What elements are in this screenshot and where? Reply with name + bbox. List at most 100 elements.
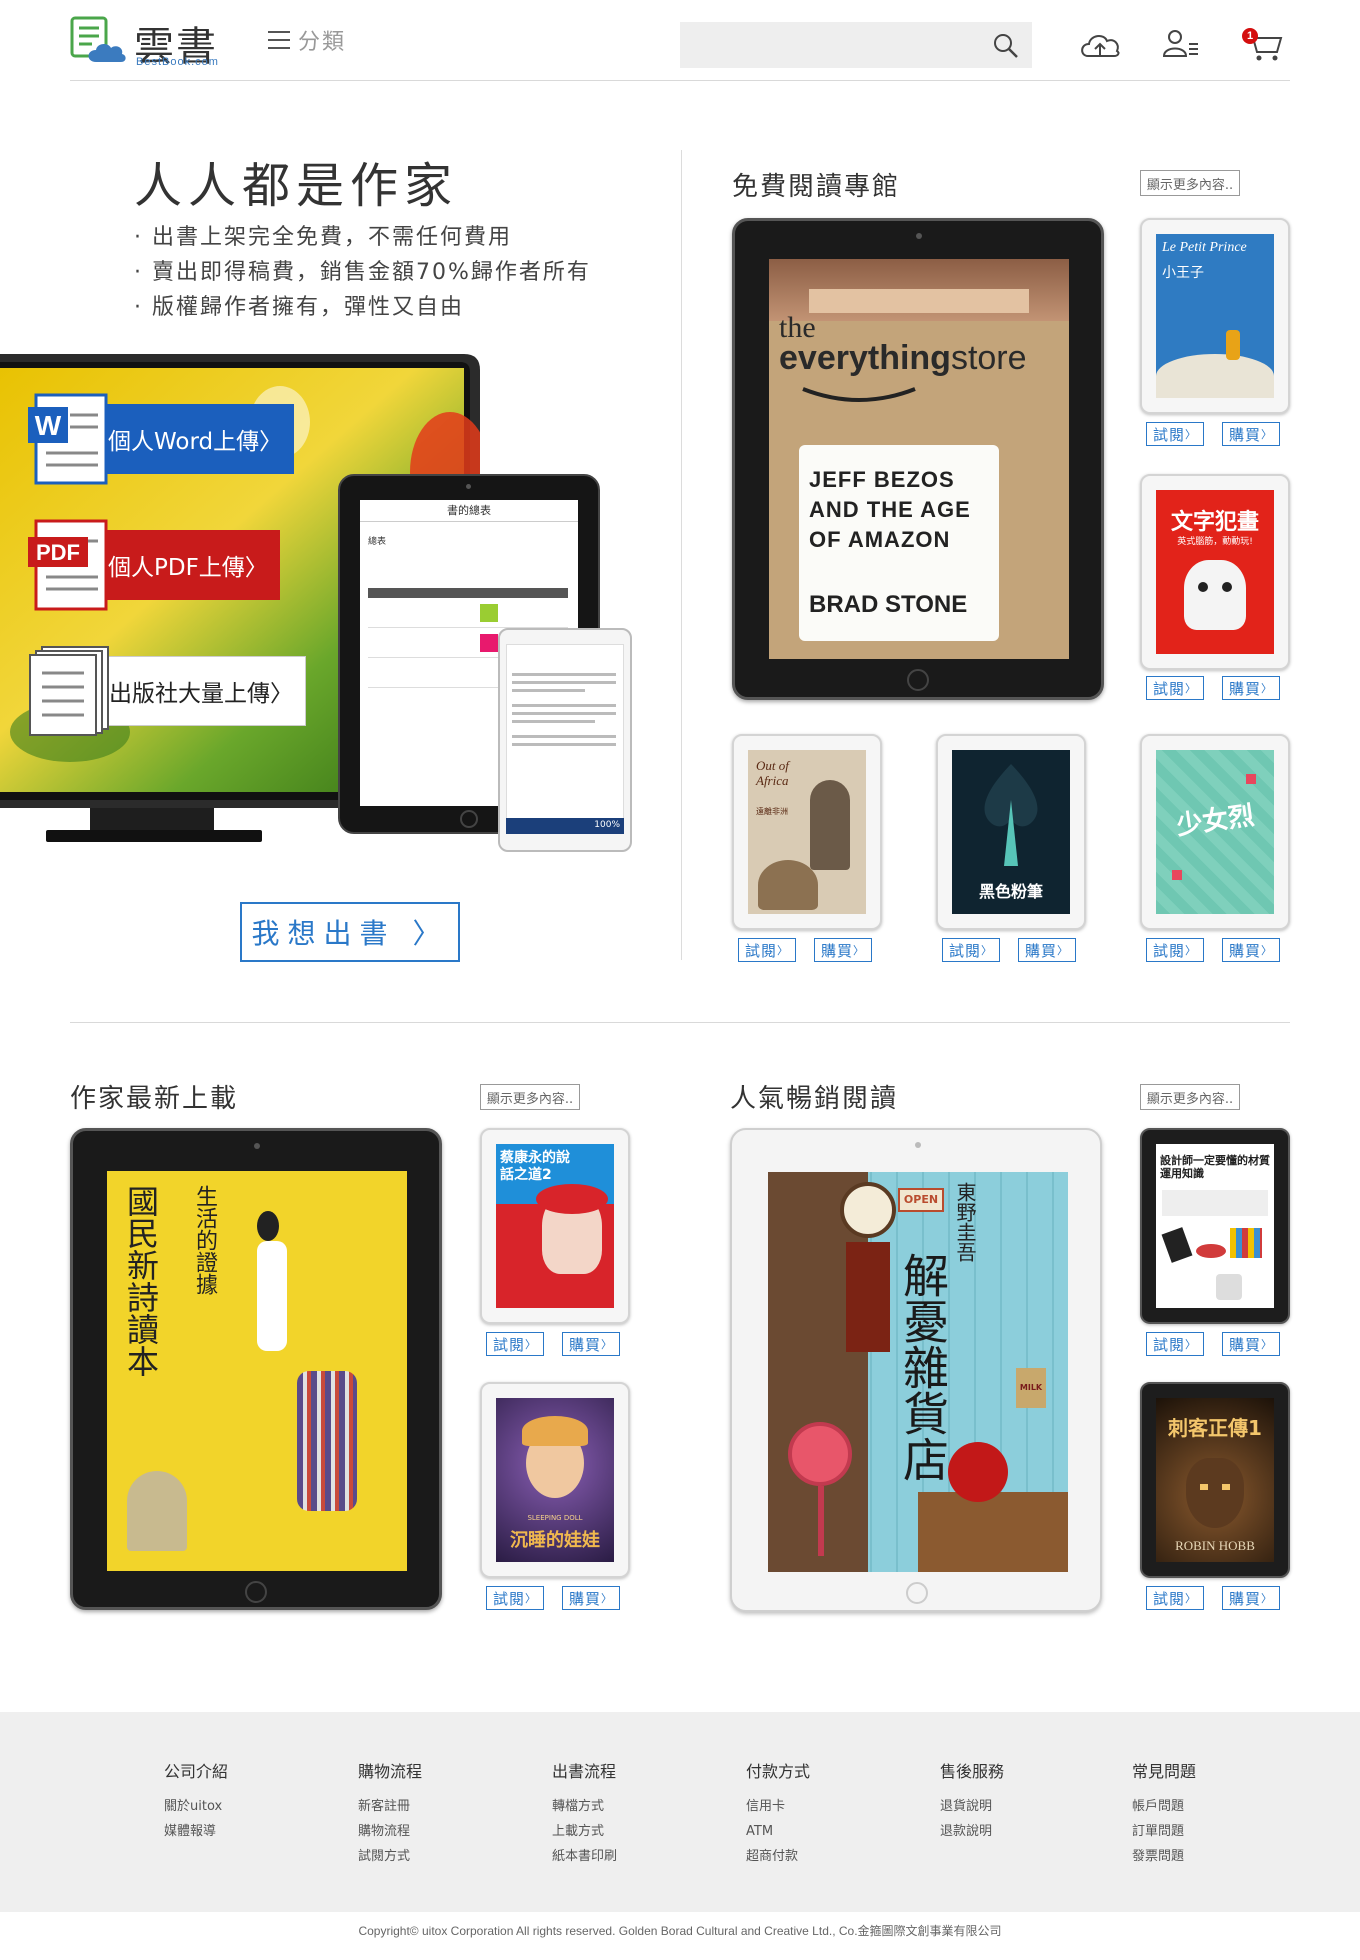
book-tablet-word-game[interactable]: 文字犯畫 英式腦筋，動動玩!: [1140, 474, 1290, 670]
tablet-toolbar: 書的總表: [360, 500, 578, 522]
book-tablet-sleeping-doll[interactable]: SLEEPING DOLL 沉睡的娃娃: [480, 1382, 630, 1578]
book-cover-design-materials: 設計師一定要懂的材質運用知識: [1156, 1144, 1274, 1308]
footer-link[interactable]: 購物流程: [358, 1819, 498, 1844]
preview-button[interactable]: 試閱: [1146, 938, 1204, 962]
book-tablet-design-materials[interactable]: 設計師一定要懂的材質運用知識: [1140, 1128, 1290, 1324]
popular-section-title: 人氣暢銷閱讀: [730, 1084, 899, 1114]
book-tablet-out-of-africa[interactable]: Out of Africa 遠離非洲: [732, 734, 882, 930]
footer-link[interactable]: 試閱方式: [358, 1844, 498, 1869]
category-label: 分類: [298, 30, 347, 55]
footer-column: 付款方式 信用卡 ATM 超商付款: [746, 1758, 886, 1869]
footer-link[interactable]: 信用卡: [746, 1794, 886, 1819]
cover-title: 小王子: [1162, 265, 1204, 281]
book-cover-everything-store: the everythingstore JEFF BEZOS AND THE A…: [769, 259, 1069, 659]
popular-more-button[interactable]: 顯示更多內容..: [1140, 1084, 1240, 1110]
hero-benefits-list: 出書上架完全免費，不需任何費用 賣出即得稿費，銷售金額70%歸作者所有 版權歸作…: [134, 220, 591, 325]
book-cover-black-chalk: 黑色粉筆: [952, 750, 1070, 914]
buy-button[interactable]: 購買: [1222, 676, 1280, 700]
cover-subtitle: 遠離非洲: [756, 807, 788, 816]
book-actions: 試閱 購買: [1146, 1332, 1280, 1356]
camera-dot: [254, 1143, 260, 1149]
buy-button[interactable]: 購買: [1222, 938, 1280, 962]
buy-button[interactable]: 購買: [562, 1332, 620, 1356]
cover-title: 沉睡的娃娃: [510, 1530, 600, 1551]
pdf-upload-button[interactable]: PDF 個人PDF上傳〉: [26, 519, 280, 611]
footer-link[interactable]: 帳戶問題: [1132, 1794, 1272, 1819]
footer-link[interactable]: 上載方式: [552, 1819, 692, 1844]
footer-link[interactable]: 超商付款: [746, 1844, 886, 1869]
cover-subtitle-line: OF AMAZON: [809, 527, 951, 552]
word-document-icon: W: [28, 393, 108, 485]
publish-book-button[interactable]: 我想出書 〉: [240, 902, 460, 962]
preview-button[interactable]: 試閱: [486, 1586, 544, 1610]
free-more-button[interactable]: 顯示更多內容..: [1140, 170, 1240, 196]
cover-title: 解憂雜貨店: [896, 1252, 950, 1482]
preview-button[interactable]: 試閱: [942, 938, 1000, 962]
phone-progress-bar: 100%: [506, 818, 624, 834]
cart-button[interactable]: 1: [1242, 24, 1286, 64]
book-tablet-black-chalk[interactable]: 黑色粉筆: [936, 734, 1086, 930]
publisher-upload-button[interactable]: 出版社大量上傳〉: [26, 646, 306, 736]
buy-button[interactable]: 購買: [1222, 1586, 1280, 1610]
book-cover-girl-fierce: 少女烈: [1156, 750, 1274, 914]
hero-benefit: 出書上架完全免費，不需任何費用: [134, 220, 591, 255]
footer-column-title: 出書流程: [552, 1762, 617, 1781]
featured-free-book[interactable]: the everythingstore JEFF BEZOS AND THE A…: [732, 218, 1104, 700]
footer-link[interactable]: 發票問題: [1132, 1844, 1272, 1869]
document-stack-icon: [29, 646, 109, 736]
book-tablet-little-prince[interactable]: Le Petit Prince 小王子: [1140, 218, 1290, 414]
camera-dot: [466, 484, 471, 489]
new-more-button[interactable]: 顯示更多內容..: [480, 1084, 580, 1110]
book-tablet-assassin[interactable]: 刺客正傳1 ROBIN HOBB: [1140, 1382, 1290, 1578]
footer-link[interactable]: ATM: [746, 1819, 886, 1844]
buy-button[interactable]: 購買: [1018, 938, 1076, 962]
footer-column-title: 常見問題: [1132, 1762, 1197, 1781]
copyright-text: Copyright© uitox Corporation All rights …: [358, 1924, 1002, 1938]
cloud-upload-icon[interactable]: [1078, 24, 1122, 64]
buy-button[interactable]: 購買: [1222, 1332, 1280, 1356]
buy-button[interactable]: 購買: [814, 938, 872, 962]
site-header: 雲書 BestBook.com 分類 1: [0, 0, 1360, 81]
home-button: [907, 669, 929, 691]
footer-link[interactable]: 媒體報導: [164, 1819, 304, 1844]
preview-button[interactable]: 試閱: [1146, 676, 1204, 700]
book-tablet-girl-fierce[interactable]: 少女烈: [1140, 734, 1290, 930]
footer-link[interactable]: 退款說明: [940, 1819, 1080, 1844]
cover-subtitle: Le Petit Prince: [1162, 240, 1247, 255]
footer-link[interactable]: 訂單問題: [1132, 1819, 1272, 1844]
book-tablet-kevin-tsai[interactable]: 蔡康永的說話之道2: [480, 1128, 630, 1324]
preview-button[interactable]: 試閱: [1146, 1586, 1204, 1610]
preview-button[interactable]: 試閱: [486, 1332, 544, 1356]
cover-subtitle-line: AND THE AGE: [809, 497, 971, 522]
footer-link[interactable]: 轉檔方式: [552, 1794, 692, 1819]
cover-title: Out of Africa: [756, 758, 789, 788]
cart-count-badge: 1: [1242, 28, 1258, 44]
footer-column-title: 購物流程: [358, 1762, 423, 1781]
site-logo[interactable]: 雲書 BestBook.com: [70, 16, 230, 70]
buy-button[interactable]: 購買: [562, 1586, 620, 1610]
buy-button[interactable]: 購買: [1222, 422, 1280, 446]
category-menu-button[interactable]: 分類: [268, 24, 346, 56]
camera-dot: [915, 1142, 921, 1148]
phone-illustration: 100%: [498, 628, 632, 852]
book-actions: 試閱 購買: [1146, 1586, 1280, 1610]
tablet-tab: 總表: [368, 537, 387, 547]
search-icon[interactable]: [992, 32, 1020, 60]
user-list-icon[interactable]: [1160, 24, 1204, 64]
footer-link[interactable]: 紙本書印刷: [552, 1844, 692, 1869]
cover-title: 黑色粉筆: [978, 882, 1043, 901]
footer-link[interactable]: 退貨說明: [940, 1794, 1080, 1819]
footer-column-title: 公司介紹: [164, 1762, 229, 1781]
search-input[interactable]: [690, 28, 970, 62]
tablet-home-button: [460, 810, 478, 828]
footer-link[interactable]: 新客註冊: [358, 1794, 498, 1819]
footer-link[interactable]: 關於uitox: [164, 1794, 304, 1819]
featured-new-book[interactable]: 國民新詩讀本 生活的證據: [70, 1128, 442, 1610]
featured-popular-book[interactable]: OPEN 東野圭吾 解憂雜貨店 MILK: [730, 1128, 1102, 1612]
preview-button[interactable]: 試閱: [1146, 1332, 1204, 1356]
preview-button[interactable]: 試閱: [1146, 422, 1204, 446]
cover-milk-label: MILK: [1016, 1368, 1046, 1408]
word-upload-button[interactable]: W 個人Word上傳〉: [26, 393, 295, 485]
preview-button[interactable]: 試閱: [738, 938, 796, 962]
svg-text:PDF: PDF: [36, 540, 80, 565]
